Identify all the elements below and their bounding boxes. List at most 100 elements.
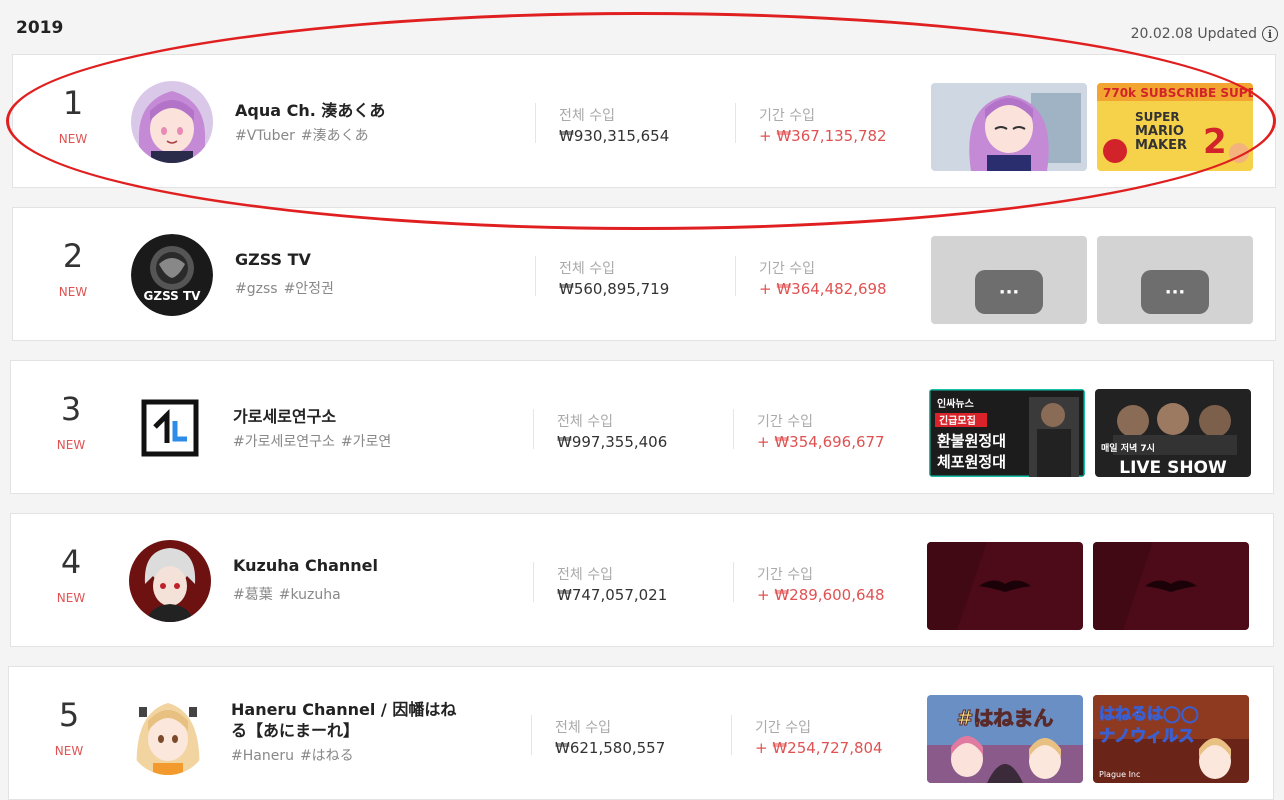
tag[interactable]: #안정권 xyxy=(284,281,334,297)
tag[interactable]: #湊あくあ xyxy=(301,128,369,144)
total-income-label: 전체 수입 xyxy=(555,720,611,736)
svg-text:LIVE SHOW: LIVE SHOW xyxy=(1119,458,1227,477)
svg-text:ナノウィルス: ナノウィルス xyxy=(1099,726,1194,745)
rank-number: 4 xyxy=(60,543,82,581)
tag[interactable]: #가로연 xyxy=(341,434,391,450)
rank-number: 5 xyxy=(58,696,80,734)
svg-text:긴급모집: 긴급모집 xyxy=(939,414,976,427)
divider xyxy=(733,409,734,449)
rank-number: 3 xyxy=(60,390,82,428)
ranking-row-4[interactable]: 4 NEW Kuzuha Channel #葛葉 #kuzuha 전체 수입 ₩7… xyxy=(10,513,1274,647)
channel-name[interactable]: GZSS TV xyxy=(235,250,311,269)
period-income-label: 기간 수입 xyxy=(757,414,813,430)
new-badge: NEW xyxy=(56,438,86,452)
divider xyxy=(735,256,736,296)
ranking-row-5[interactable]: 5 NEW Haneru Channel / 因幡はねる【あにまーれ】 #Han… xyxy=(8,666,1274,800)
total-income-value: ₩997,355,406 xyxy=(557,433,668,451)
channel-avatar[interactable] xyxy=(131,81,213,163)
rank-number: 2 xyxy=(62,237,84,275)
total-income-label: 전체 수입 xyxy=(559,108,615,124)
total-income-label: 전체 수입 xyxy=(557,567,613,583)
more-icon: ··· xyxy=(1165,282,1186,303)
channel-avatar[interactable] xyxy=(127,693,209,775)
video-thumbnail[interactable] xyxy=(927,542,1083,630)
svg-text:2: 2 xyxy=(1203,122,1227,162)
svg-text:GZSS TV: GZSS TV xyxy=(144,289,202,303)
period-income-value: + ₩367,135,782 xyxy=(759,127,887,145)
video-thumbnail[interactable]: #はねまん xyxy=(927,695,1083,783)
divider xyxy=(533,409,534,449)
video-thumbnail[interactable]: はねるは◯◯ ナノウィルス Plague Inc xyxy=(1093,695,1249,783)
year-title: 2019 xyxy=(16,18,64,38)
channel-avatar[interactable]: GZSS TV xyxy=(131,234,213,316)
tag[interactable]: #はねる xyxy=(300,748,354,764)
channel-tags: #葛葉 #kuzuha xyxy=(233,584,347,604)
ranking-row-3[interactable]: 3 NEW 가로세로연구소 #가로세로연구소 #가로연 전체 수입 ₩997,35… xyxy=(10,360,1274,494)
period-income-value: + ₩364,482,698 xyxy=(759,280,887,298)
divider xyxy=(531,715,532,755)
new-badge: NEW xyxy=(58,285,88,299)
divider xyxy=(535,256,536,296)
svg-text:환불원정대: 환불원정대 xyxy=(937,432,1006,450)
tag[interactable]: #gzss xyxy=(235,281,278,297)
period-income-label: 기간 수입 xyxy=(757,567,813,583)
channel-avatar-logo[interactable] xyxy=(129,387,211,469)
video-thumbnail[interactable]: 인싸뉴스 긴급모집 환불원정대 체포원정대 xyxy=(929,389,1085,477)
thumbnail-overlay-text: #はねまん xyxy=(957,706,1054,730)
svg-text:인싸뉴스: 인싸뉴스 xyxy=(937,397,974,410)
tag[interactable]: #kuzuha xyxy=(279,587,341,603)
channel-name[interactable]: Haneru Channel / 因幡はねる【あにまーれ】 xyxy=(231,699,471,741)
channel-tags: #VTuber #湊あくあ xyxy=(235,125,375,145)
tag[interactable]: #Haneru xyxy=(231,748,294,764)
video-thumbnail-placeholder[interactable]: ··· xyxy=(1097,236,1253,324)
tag[interactable]: #VTuber xyxy=(235,128,295,144)
divider xyxy=(535,103,536,143)
new-badge: NEW xyxy=(58,132,88,146)
video-thumbnail[interactable] xyxy=(1093,542,1249,630)
updated-status: 20.02.08 Updated i xyxy=(1131,26,1278,42)
svg-text:MARIO: MARIO xyxy=(1135,124,1184,139)
thumbnail-overlay-text: 770k SUBSCRIBE SUPER MARIO MAKER 2 xyxy=(1103,86,1253,100)
svg-text:Plague Inc: Plague Inc xyxy=(1099,770,1140,779)
divider xyxy=(735,103,736,143)
channel-name[interactable]: Aqua Ch. 湊あくあ xyxy=(235,97,385,121)
total-income-value: ₩930,315,654 xyxy=(559,127,670,145)
divider xyxy=(733,562,734,602)
period-income-label: 기간 수입 xyxy=(759,261,815,277)
updated-text: 20.02.08 Updated xyxy=(1130,26,1257,42)
svg-text:MAKER: MAKER xyxy=(1135,138,1187,153)
ranking-row-2[interactable]: 2 NEW GZSS TV GZSS TV #gzss #안정권 전체 수입 ₩5… xyxy=(12,207,1276,341)
tag[interactable]: #葛葉 xyxy=(233,587,273,603)
total-income-value: ₩747,057,021 xyxy=(557,586,668,604)
new-badge: NEW xyxy=(56,591,86,605)
ranking-row-1[interactable]: 1 NEW Aqua Ch. 湊あくあ #VTuber #湊あくあ 전체 수입 ₩… xyxy=(12,54,1276,188)
period-income-label: 기간 수입 xyxy=(755,720,811,736)
total-income-label: 전체 수입 xyxy=(557,414,613,430)
new-badge: NEW xyxy=(54,744,84,758)
channel-tags: #Haneru #はねる xyxy=(231,745,360,765)
period-income-label: 기간 수입 xyxy=(759,108,815,124)
channel-tags: #gzss #안정권 xyxy=(235,278,340,298)
video-thumbnail[interactable]: 770k SUBSCRIBE SUPER MARIO MAKER 2 SUPER… xyxy=(1097,83,1253,171)
video-thumbnail[interactable] xyxy=(931,83,1087,171)
tag[interactable]: #가로세로연구소 xyxy=(233,434,335,450)
period-income-value: + ₩354,696,677 xyxy=(757,433,885,451)
channel-name[interactable]: 가로세로연구소 xyxy=(233,403,336,427)
period-income-value: + ₩289,600,648 xyxy=(757,586,885,604)
total-income-label: 전체 수입 xyxy=(559,261,615,277)
video-thumbnail-placeholder[interactable]: ··· xyxy=(931,236,1087,324)
channel-name[interactable]: Kuzuha Channel xyxy=(233,556,378,575)
divider xyxy=(533,562,534,602)
rank-number: 1 xyxy=(62,84,84,122)
svg-text:SUPER: SUPER xyxy=(1135,110,1180,124)
total-income-value: ₩560,895,719 xyxy=(559,280,670,298)
divider xyxy=(731,715,732,755)
svg-text:체포원정대: 체포원정대 xyxy=(937,453,1006,471)
channel-tags: #가로세로연구소 #가로연 xyxy=(233,431,397,451)
info-icon[interactable]: i xyxy=(1262,26,1278,42)
more-icon: ··· xyxy=(999,282,1020,303)
svg-text:はねるは◯◯: はねるは◯◯ xyxy=(1099,704,1199,723)
video-thumbnail[interactable]: 매일 저녁 7시 LIVE SHOW xyxy=(1095,389,1251,477)
channel-avatar[interactable] xyxy=(129,540,211,622)
page-header: 2019 20.02.08 Updated i xyxy=(16,14,1278,42)
